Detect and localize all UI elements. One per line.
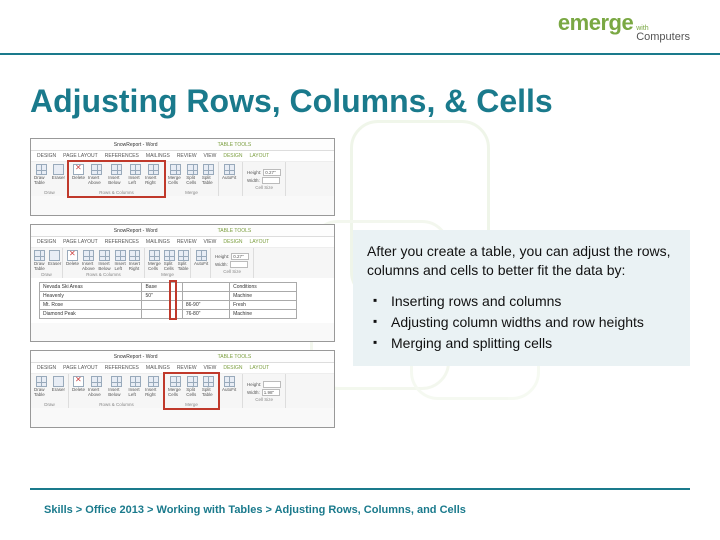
bullet-item: Inserting rows and columns bbox=[373, 292, 676, 311]
logo: emerge with Computers bbox=[558, 10, 690, 42]
screenshots-column: SnowReport - Word TABLE TOOLS DESIGN PAG… bbox=[30, 138, 335, 428]
breadcrumb: Skills > Office 2013 > Working with Tabl… bbox=[44, 504, 466, 516]
table-tools-label: TABLE TOOLS bbox=[218, 142, 252, 148]
text-column: After you create a table, you can adjust… bbox=[353, 138, 690, 428]
ribbon: Draw Table Eraser Draw Delete Insert Abo… bbox=[31, 162, 334, 196]
doc-title: SnowReport - Word bbox=[114, 142, 158, 148]
page-title: Adjusting Rows, Columns, & Cells bbox=[0, 55, 720, 138]
bullet-list: Inserting rows and columns Adjusting col… bbox=[367, 292, 676, 353]
intro-text: After you create a table, you can adjust… bbox=[367, 242, 676, 280]
info-box: After you create a table, you can adjust… bbox=[353, 230, 690, 366]
bullet-item: Adjusting column widths and row heights bbox=[373, 313, 676, 332]
screenshot-merge: SnowReport - Word TABLE TOOLS DESIGN PAG… bbox=[30, 350, 335, 428]
sample-table: Nevada Ski AreasBaseConditions Heavenly5… bbox=[39, 282, 297, 319]
header: emerge with Computers bbox=[0, 0, 720, 55]
content-area: SnowReport - Word TABLE TOOLS DESIGN PAG… bbox=[0, 138, 720, 428]
screenshot-cell-size: SnowReport - Word TABLE TOOLS DESIGN PAG… bbox=[30, 224, 335, 342]
bullet-item: Merging and splitting cells bbox=[373, 334, 676, 353]
footer-divider bbox=[30, 488, 690, 490]
screenshot-rows-columns: SnowReport - Word TABLE TOOLS DESIGN PAG… bbox=[30, 138, 335, 216]
ribbon-tabs: DESIGN PAGE LAYOUT REFERENCES MAILINGS R… bbox=[31, 151, 334, 162]
logo-computers-text: Computers bbox=[636, 33, 690, 43]
logo-main-text: emerge bbox=[558, 10, 633, 36]
